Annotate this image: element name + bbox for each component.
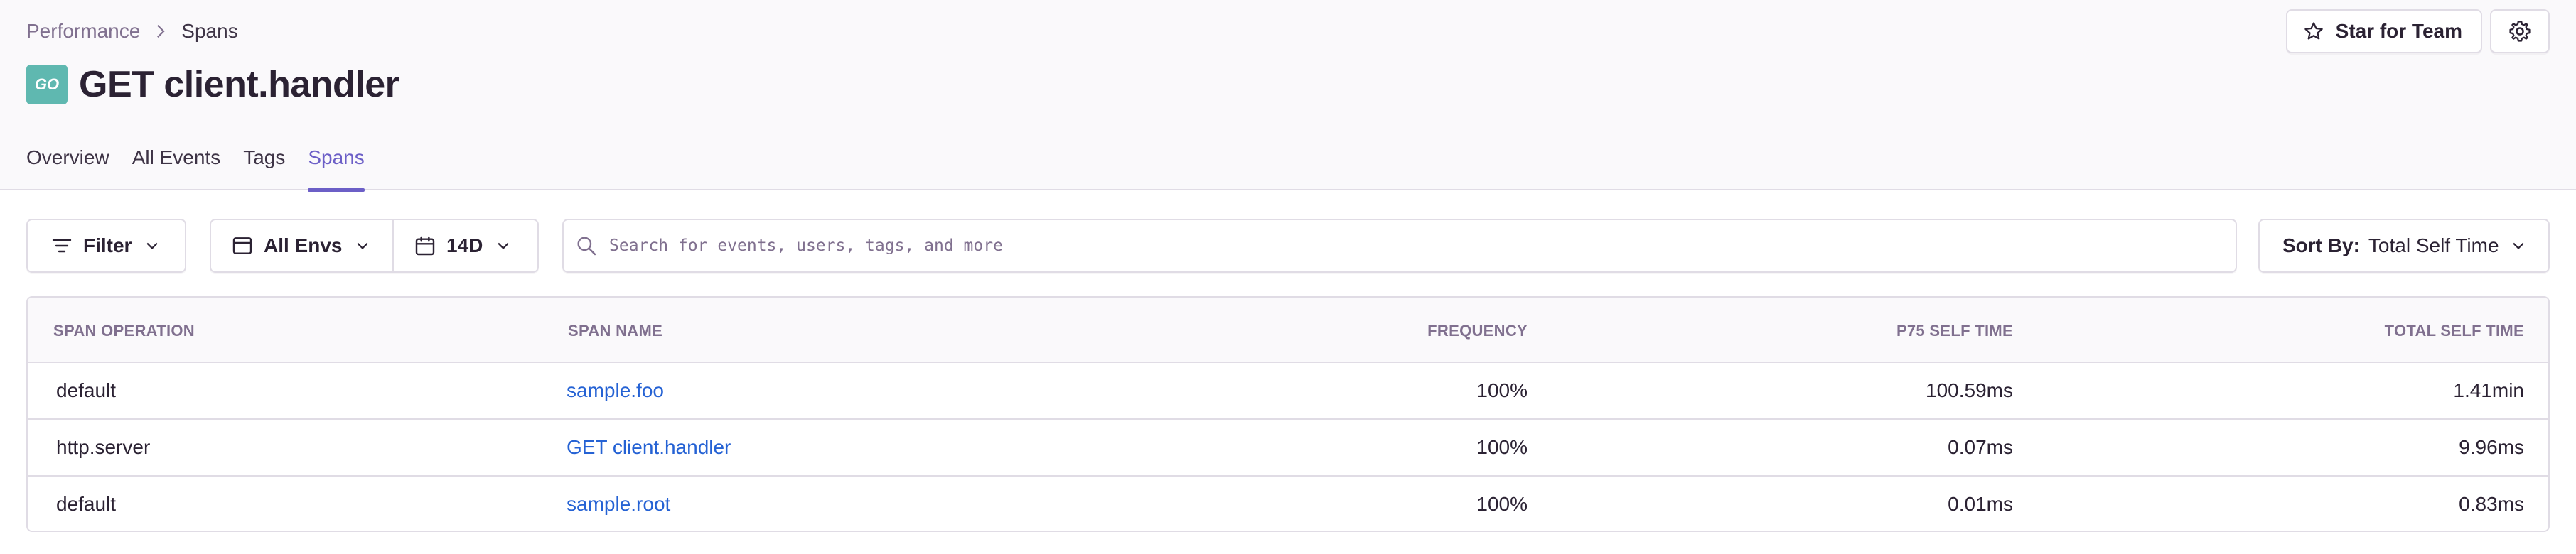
header-actions: Star for Team: [2285, 9, 2482, 53]
column-header-span-operation[interactable]: SPAN OPERATION: [53, 322, 195, 340]
frequency-cell: 100%: [1476, 436, 1528, 458]
span-operation-cell: http.server: [56, 436, 151, 458]
environment-selector[interactable]: All Envs: [211, 220, 394, 271]
page-header: Performance Spans GO GET client.handler …: [0, 0, 2576, 192]
breadcrumb-current: Spans: [181, 20, 238, 42]
title-row: GO GET client.handler: [26, 63, 399, 107]
search-input[interactable]: Search for events, users, tags, and more: [562, 219, 2237, 273]
window-icon: [232, 237, 252, 254]
tab-all-events[interactable]: All Events: [132, 145, 221, 190]
column-header-span-name[interactable]: SPAN NAME: [568, 322, 662, 340]
star-icon: [2304, 22, 2323, 40]
env-date-group: All Envs 14D: [210, 219, 539, 273]
span-name-link[interactable]: sample.foo: [567, 379, 664, 402]
calendar-icon: [415, 236, 435, 256]
page-title: GET client.handler: [79, 64, 399, 105]
p75-self-time-cell: 100.59ms: [1926, 379, 2013, 401]
search-icon: [577, 237, 596, 256]
column-header-frequency[interactable]: FREQUENCY: [1427, 322, 1528, 340]
tab-spans[interactable]: Spans: [308, 145, 365, 192]
table-header: SPAN OPERATION SPAN NAME FREQUENCY P75 S…: [28, 298, 2548, 363]
sort-by-label: Sort By:: [2282, 234, 2360, 256]
chevron-down-icon: [2512, 242, 2524, 249]
span-name-link[interactable]: GET client.handler: [567, 436, 731, 459]
breadcrumb-performance-link[interactable]: Performance: [26, 20, 140, 43]
frequency-cell: 100%: [1476, 493, 1528, 515]
tab-bar: Overview All Events Tags Spans: [26, 145, 365, 192]
chevron-down-icon: [357, 242, 369, 249]
column-header-p75-self-time[interactable]: P75 SELF TIME: [1896, 322, 2013, 340]
p75-self-time-cell: 0.01ms: [1948, 493, 2013, 515]
filter-label: Filter: [83, 234, 132, 256]
spans-table: SPAN OPERATION SPAN NAME FREQUENCY P75 S…: [26, 296, 2550, 532]
go-platform-icon: GO: [26, 65, 68, 104]
chevron-right-icon: [153, 23, 168, 39]
span-operation-cell: default: [56, 493, 117, 515]
span-name-link[interactable]: sample.root: [567, 493, 670, 516]
search-placeholder: Search for events, users, tags, and more: [609, 237, 1003, 255]
filter-icon: [52, 239, 72, 253]
frequency-cell: 100%: [1476, 379, 1528, 401]
span-operation-cell: default: [56, 379, 117, 401]
tab-overview[interactable]: Overview: [26, 145, 109, 190]
sort-by-value: Total Self Time: [2368, 234, 2499, 256]
p75-self-time-cell: 0.07ms: [1948, 436, 2013, 458]
chevron-down-icon: [498, 242, 510, 249]
date-range-selector[interactable]: 14D: [394, 220, 511, 271]
date-range-label: 14D: [446, 234, 483, 256]
total-self-time-cell: 0.83ms: [2459, 493, 2524, 515]
table-row: default sample.foo 100% 100.59ms 1.41min: [28, 363, 2548, 420]
star-button-label: Star for Team: [2335, 20, 2462, 42]
table-row: http.server GET client.handler 100% 0.07…: [28, 420, 2548, 477]
total-self-time-cell: 1.41min: [2453, 379, 2524, 401]
star-for-team-button[interactable]: Star for Team: [2285, 9, 2482, 53]
settings-button[interactable]: [2490, 9, 2550, 53]
tab-tags[interactable]: Tags: [243, 145, 285, 190]
column-header-total-self-time[interactable]: TOTAL SELF TIME: [2385, 322, 2524, 340]
total-self-time-cell: 9.96ms: [2459, 436, 2524, 458]
gear-icon: [2509, 21, 2531, 42]
environment-label: All Envs: [264, 234, 343, 256]
breadcrumb: Performance Spans: [26, 17, 238, 45]
chevron-down-icon: [146, 242, 159, 249]
filter-button[interactable]: Filter: [26, 219, 186, 273]
table-row: default sample.root 100% 0.01ms 0.83ms: [28, 477, 2548, 531]
filter-controls: Filter All Envs 14D Search for events, u…: [26, 219, 2550, 273]
sort-by-dropdown[interactable]: Sort By: Total Self Time: [2258, 219, 2550, 273]
